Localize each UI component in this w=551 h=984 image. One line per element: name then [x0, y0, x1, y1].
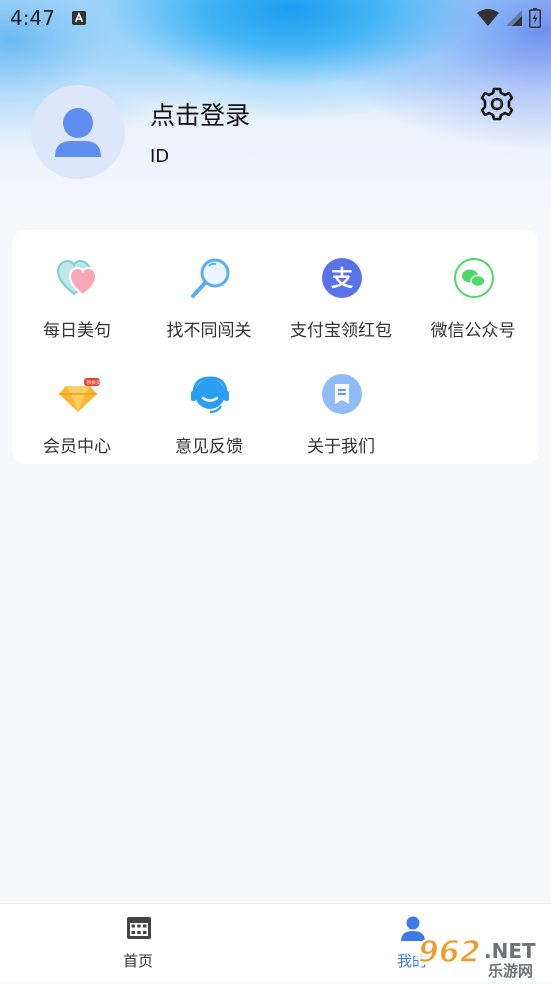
menu-card: 每日美句 找不同闯关 支 支付宝领红包 微信公众号 领会员 会员中心 意见反馈 …: [12, 230, 539, 464]
menu-item-label: 支付宝领红包: [290, 321, 392, 341]
menu-item-label: 意见反馈: [175, 437, 243, 457]
menu-item-label: 会员中心: [43, 437, 111, 457]
status-time: 4:47: [10, 6, 55, 30]
login-link[interactable]: 点击登录: [150, 96, 250, 132]
calendar-grid-icon: [127, 917, 151, 939]
menu-item-about-us[interactable]: 关于我们: [276, 354, 406, 464]
svg-text:支: 支: [331, 267, 354, 292]
watermark-brand: 962: [418, 935, 481, 970]
menu-item-wechat-official[interactable]: 微信公众号: [408, 238, 538, 348]
watermark-suffix: .NET: [484, 939, 536, 963]
menu-item-spot-difference[interactable]: 找不同闯关: [144, 238, 274, 348]
avatar[interactable]: [31, 85, 125, 179]
notification-a-icon: [72, 11, 86, 25]
signal-icon: [506, 10, 522, 26]
wechat-icon: [454, 258, 494, 298]
headset-icon: [191, 376, 229, 413]
user-avatar-icon: [55, 108, 101, 157]
user-id-label: ID: [150, 146, 170, 167]
menu-item-member-center[interactable]: 领会员 会员中心: [12, 354, 142, 464]
menu-item-label: 微信公众号: [430, 321, 516, 341]
menu-item-label: 每日美句: [43, 321, 111, 341]
watermark-caption: 乐游网: [488, 962, 533, 980]
watermark-graphic: 962 .NET 乐游网: [414, 934, 536, 980]
vip-badge: 领会员: [86, 380, 100, 386]
menu-item-feedback[interactable]: 意见反馈: [144, 354, 274, 464]
menu-item-daily-quote[interactable]: 每日美句: [12, 238, 142, 348]
tab-home[interactable]: 首页: [78, 904, 198, 982]
hearts-icon: [56, 259, 98, 297]
menu-item-label: 关于我们: [307, 437, 375, 457]
alipay-icon: 支: [322, 258, 362, 298]
diamond-icon: [59, 378, 100, 412]
menu-item-label: 找不同闯关: [166, 321, 252, 341]
status-bar: 4:47: [0, 0, 551, 38]
watermark-logo: 962 .NET 乐游网: [412, 930, 550, 980]
bookmark-icon: [322, 374, 362, 414]
tab-label: 首页: [122, 952, 153, 970]
menu-item-alipay-redpacket[interactable]: 支 支付宝领红包: [276, 238, 406, 348]
gear-icon[interactable]: [478, 85, 516, 123]
magnifier-icon: [191, 258, 230, 298]
wifi-icon: [477, 9, 499, 26]
battery-icon: [529, 8, 541, 28]
